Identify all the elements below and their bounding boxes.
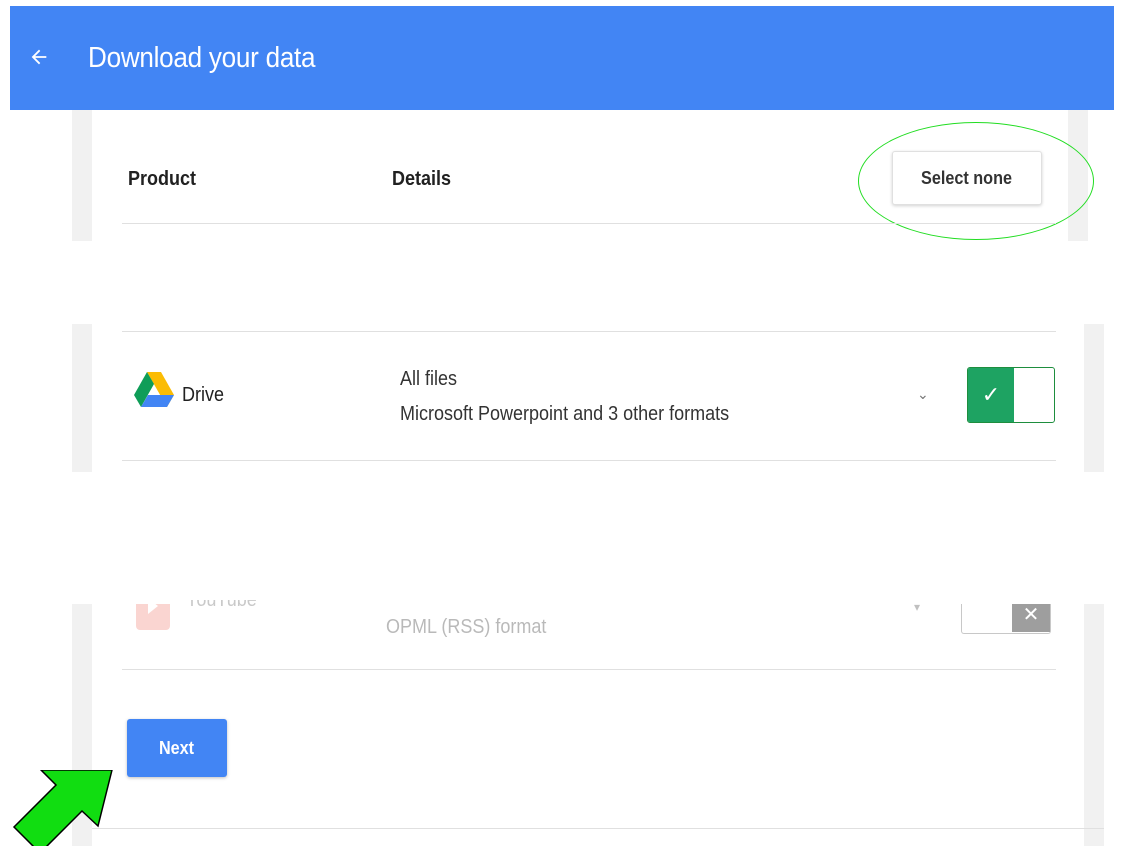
- arrow-annotation-icon: [12, 770, 113, 846]
- drive-include-toggle[interactable]: ✓: [967, 367, 1055, 423]
- product-name-drive: Drive: [182, 384, 225, 406]
- youtube-icon: [136, 604, 170, 630]
- youtube-include-toggle[interactable]: ✕: [961, 604, 1051, 634]
- footer-divider: [92, 828, 1104, 829]
- next-button[interactable]: Next: [127, 719, 227, 777]
- drive-detail-line-1: All files: [400, 368, 458, 390]
- chevron-down-icon-youtube[interactable]: ▾: [914, 600, 920, 614]
- header-divider: [122, 223, 1056, 224]
- youtube-row-card: [92, 604, 1084, 846]
- row-divider-youtube: [122, 669, 1056, 670]
- google-drive-icon: [134, 372, 174, 407]
- drive-row-panel: [72, 324, 1104, 472]
- back-arrow-icon[interactable]: [28, 46, 50, 68]
- product-name-youtube: YouTube: [186, 600, 257, 611]
- drive-row-card: [92, 324, 1084, 472]
- column-header-details: Details: [392, 168, 452, 190]
- youtube-detail-line-1: OPML (RSS) format: [386, 616, 547, 638]
- drive-detail-line-2: Microsoft Powerpoint and 3 other formats: [400, 403, 730, 425]
- close-icon: ✕: [1012, 604, 1050, 632]
- column-header-product: Product: [128, 168, 197, 190]
- row-divider-bottom: [122, 460, 1056, 461]
- row-divider-top: [122, 331, 1056, 332]
- check-icon: ✓: [968, 368, 1014, 422]
- chevron-down-icon[interactable]: ⌄: [917, 386, 929, 403]
- select-none-button[interactable]: Select none: [892, 151, 1042, 205]
- app-header: Download your data: [10, 6, 1114, 110]
- page-title: Download your data: [88, 42, 316, 74]
